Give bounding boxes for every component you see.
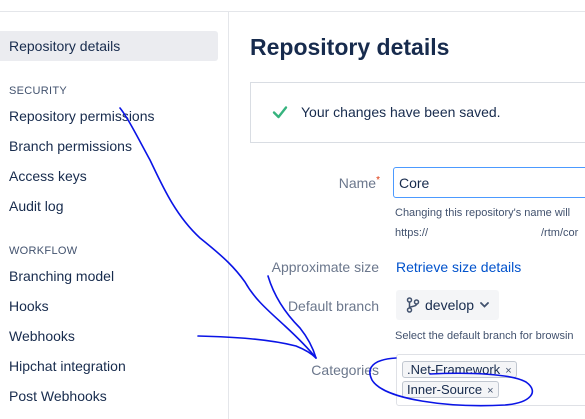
repository-name-input[interactable] <box>393 167 585 198</box>
category-tag-net-framework: .Net-Framework × <box>402 361 517 378</box>
sidebar-item-post-webhooks[interactable]: Post Webhooks <box>9 388 107 404</box>
success-message-text: Your changes have been saved. <box>301 104 501 120</box>
top-bar <box>0 0 585 12</box>
default-branch-selector[interactable]: develop <box>396 290 499 320</box>
categories-label: Categories <box>311 362 379 378</box>
remove-tag-icon[interactable]: × <box>505 365 511 377</box>
approximate-size-label: Approximate size <box>271 259 379 275</box>
page-title: Repository details <box>250 34 450 60</box>
sidebar-item-access-keys[interactable]: Access keys <box>9 168 87 184</box>
sidebar-item-hooks[interactable]: Hooks <box>9 298 49 314</box>
check-icon <box>272 106 288 119</box>
sidebar-item-branch-permissions[interactable]: Branch permissions <box>9 138 132 154</box>
chevron-down-icon <box>480 302 489 308</box>
sidebar-item-audit-log[interactable]: Audit log <box>9 198 63 214</box>
remove-tag-icon[interactable]: × <box>487 385 493 397</box>
category-tag-inner-source: Inner-Source × <box>402 381 499 398</box>
categories-input[interactable]: .Net-Framework × Inner-Source × <box>396 354 585 406</box>
sidebar-item-repository-details[interactable]: Repository details <box>0 31 218 61</box>
sidebar-heading-security: SECURITY <box>9 85 68 97</box>
repository-url-suffix: /rtm/cor <box>541 227 579 239</box>
sidebar-heading-workflow: WORKFLOW <box>9 245 78 257</box>
branch-icon <box>406 297 420 313</box>
success-message-box: Your changes have been saved. <box>250 82 585 143</box>
settings-sidebar: Repository details SECURITY Repository p… <box>0 12 229 419</box>
sidebar-item-webhooks[interactable]: Webhooks <box>9 328 75 344</box>
sidebar-item-hipchat-integration[interactable]: Hipchat integration <box>9 358 126 374</box>
default-branch-label: Default branch <box>287 298 379 314</box>
sidebar-item-branching-model[interactable]: Branching model <box>9 268 114 284</box>
name-help-text: Changing this repository's name will <box>395 207 571 219</box>
required-marker: * <box>376 175 380 186</box>
name-label: Name* <box>338 175 380 191</box>
sidebar-item-repository-permissions[interactable]: Repository permissions <box>9 108 155 124</box>
default-branch-help-text: Select the default branch for browsin <box>395 330 574 342</box>
retrieve-size-details-link[interactable]: Retrieve size details <box>396 259 521 275</box>
default-branch-value: develop <box>425 297 475 313</box>
repository-url-prefix: https:// <box>395 227 429 239</box>
